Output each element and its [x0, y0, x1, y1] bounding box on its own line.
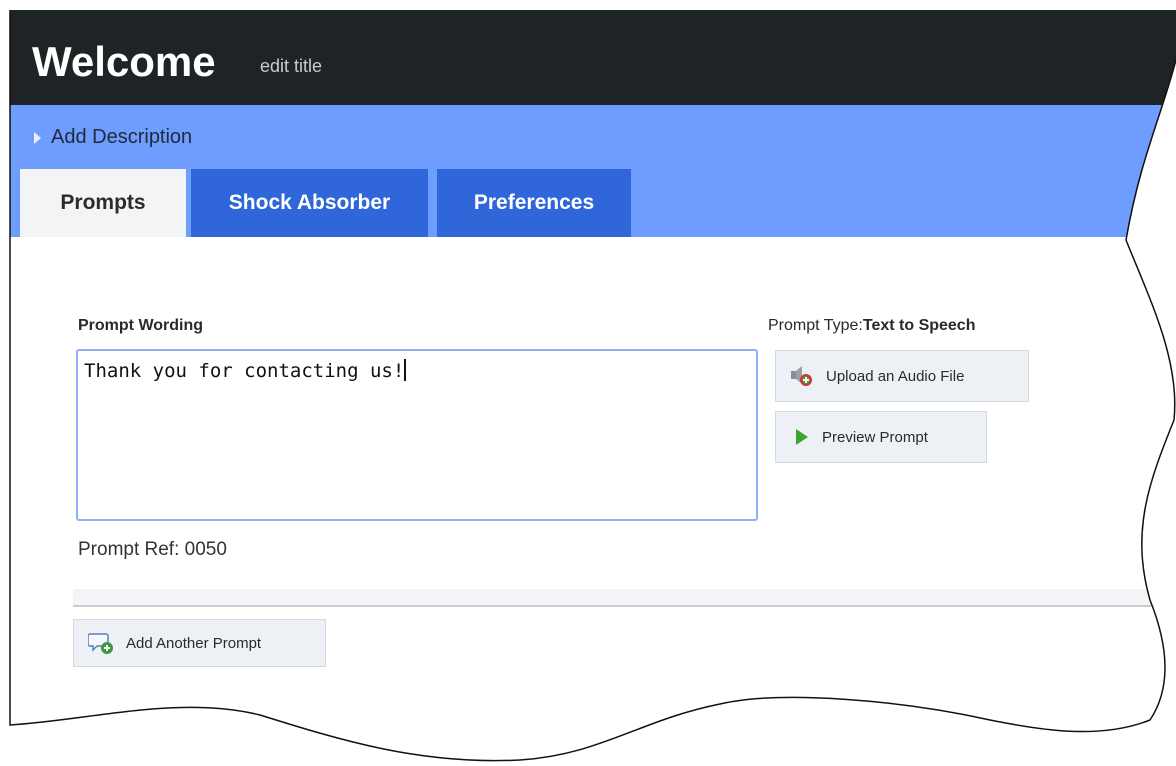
add-description-toggle[interactable]: Add Description — [34, 126, 192, 149]
prompt-type-value: Text to Speech — [862, 317, 976, 334]
page-stage: Welcome edit title Add Description Promp… — [0, 0, 1176, 766]
tab-shock-absorber-label: Shock Absorber — [228, 191, 391, 214]
speech-bubble-add-icon — [88, 631, 114, 655]
divider — [73, 605, 1176, 607]
prompt-wording-label: Prompt Wording — [78, 317, 204, 334]
tab-shock-absorber[interactable]: Shock Absorber — [191, 169, 428, 237]
speaker-add-icon — [790, 365, 814, 387]
add-description-label: Add Description — [51, 126, 193, 148]
add-another-prompt-label: Add Another Prompt — [126, 634, 262, 652]
prompts-panel: Prompt Wording Thank you for contacting … — [10, 237, 1176, 766]
upload-audio-label: Upload an Audio File — [826, 367, 965, 385]
header-bar: Welcome edit title — [10, 10, 1176, 105]
preview-prompt-label: Preview Prompt — [822, 428, 928, 446]
tab-preferences[interactable]: Preferences — [437, 169, 631, 237]
prompt-ref: Prompt Ref: 0050 — [78, 539, 227, 560]
play-icon — [794, 428, 810, 446]
preview-prompt-button[interactable]: Preview Prompt — [775, 411, 987, 463]
prompt-type-label: Prompt Type: — [768, 317, 863, 334]
add-another-prompt-button[interactable]: Add Another Prompt — [73, 619, 326, 667]
tab-preferences-label: Preferences — [473, 191, 595, 214]
prompt-wording-textarea[interactable]: Thank you for contacting us! — [76, 349, 758, 521]
description-band: Add Description Prompts Shock Absorber P… — [10, 105, 1176, 237]
tab-prompts[interactable]: Prompts — [20, 169, 186, 237]
page-title: Welcome — [32, 38, 216, 85]
tab-prompts-label: Prompts — [60, 191, 146, 214]
separator-band — [73, 589, 1176, 605]
text-caret — [404, 359, 406, 381]
upload-audio-button[interactable]: Upload an Audio File — [775, 350, 1029, 402]
prompt-type: Prompt Type:Text to Speech — [768, 317, 975, 335]
caret-right-icon — [34, 132, 41, 144]
prompt-wording-value: Thank you for contacting us! — [84, 360, 405, 382]
edit-title-link[interactable]: edit title — [260, 56, 322, 77]
